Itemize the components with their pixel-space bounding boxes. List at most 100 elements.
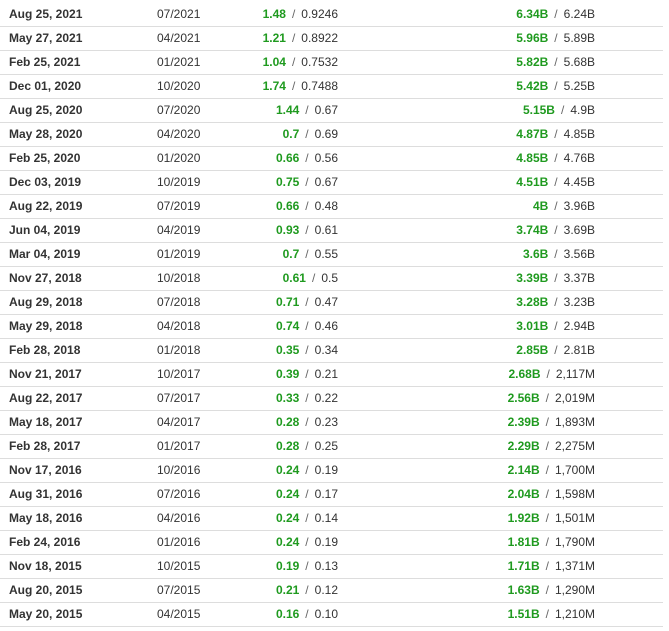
eps-separator: / [305, 199, 309, 213]
revenue-cell: 4.85B / 4.76B [445, 147, 595, 170]
table-row: May 27, 2021 04/2021 1.21 / 0.8922 5.96B / 5.89… [0, 27, 663, 51]
eps-actual: 0.61 [282, 271, 306, 285]
revenue-separator: / [545, 583, 549, 597]
revenue-forecast: 3.69B [563, 223, 595, 237]
eps-cell: 0.71 / 0.47 [238, 291, 338, 314]
eps-forecast: 0.17 [314, 487, 338, 501]
table-row: May 29, 2018 04/2018 0.74 / 0.46 3.01B / 2.94B [0, 315, 663, 339]
eps-actual: 0.19 [275, 559, 300, 573]
eps-separator: / [305, 151, 309, 165]
release-date: Aug 29, 2018 [9, 295, 83, 309]
release-date: May 27, 2021 [9, 31, 83, 45]
revenue-cell: 1.71B / 1,371M [445, 555, 595, 578]
revenue-separator: / [545, 415, 549, 429]
release-date: Jun 04, 2019 [9, 223, 81, 237]
revenue-separator: / [546, 367, 550, 381]
revenue-separator: / [554, 199, 558, 213]
revenue-separator: / [545, 391, 549, 405]
release-date: Aug 22, 2017 [9, 391, 83, 405]
eps-cell: 0.33 / 0.22 [238, 387, 338, 410]
eps-separator: / [305, 319, 309, 333]
eps-forecast: 0.67 [314, 103, 338, 117]
eps-actual: 0.75 [275, 175, 300, 189]
eps-separator: / [305, 559, 309, 573]
table-row: Nov 27, 2018 10/2018 0.61 / 0.5 3.39B / 3.37B [0, 267, 663, 291]
period-end: 10/2019 [157, 175, 201, 189]
release-date: Feb 28, 2018 [9, 343, 81, 357]
revenue-actual: 3.74B [516, 223, 549, 237]
eps-cell: 0.24 / 0.19 [238, 531, 338, 554]
eps-actual: 0.24 [275, 535, 300, 549]
revenue-separator: / [554, 7, 558, 21]
table-row: Feb 28, 2018 01/2018 0.35 / 0.34 2.85B / 2.81B [0, 339, 663, 363]
eps-separator: / [305, 127, 309, 141]
revenue-forecast: 3.23B [563, 295, 595, 309]
revenue-actual: 4.51B [516, 175, 549, 189]
revenue-separator: / [554, 319, 558, 333]
table-row: Feb 28, 2017 01/2017 0.28 / 0.25 2.29B / 2,275M [0, 435, 663, 459]
eps-actual: 0.24 [275, 487, 300, 501]
period-end: 07/2021 [157, 7, 201, 21]
eps-actual: 0.93 [275, 223, 300, 237]
period-end: 01/2017 [157, 439, 201, 453]
period-end: 04/2018 [157, 319, 201, 333]
revenue-separator: / [545, 439, 549, 453]
eps-cell: 0.28 / 0.25 [238, 435, 338, 458]
revenue-forecast: 5.89B [563, 31, 595, 45]
eps-actual: 0.7 [282, 247, 300, 261]
eps-forecast: 0.14 [314, 511, 338, 525]
table-row: Feb 24, 2016 01/2016 0.24 / 0.19 1.81B / 1,790M [0, 531, 663, 555]
revenue-cell: 3.28B / 3.23B [445, 291, 595, 314]
table-row: Nov 18, 2015 10/2015 0.19 / 0.13 1.71B / 1,371M [0, 555, 663, 579]
revenue-cell: 2.14B / 1,700M [445, 459, 595, 482]
revenue-actual: 5.82B [516, 55, 549, 69]
revenue-forecast: 1,290M [554, 583, 595, 597]
eps-separator: / [305, 439, 309, 453]
revenue-forecast: 1,501M [554, 511, 595, 525]
eps-actual: 0.66 [275, 151, 300, 165]
table-row: Aug 25, 2020 07/2020 1.44 / 0.67 5.15B / 4.9B [0, 99, 663, 123]
release-date: Dec 03, 2019 [9, 175, 82, 189]
release-date: May 20, 2015 [9, 607, 83, 621]
eps-separator: / [305, 415, 309, 429]
eps-actual: 0.28 [275, 439, 300, 453]
revenue-forecast: 1,210M [554, 607, 595, 621]
period-end: 10/2020 [157, 79, 201, 93]
eps-actual: 0.21 [275, 583, 300, 597]
eps-cell: 0.74 / 0.46 [238, 315, 338, 338]
eps-forecast: 0.23 [314, 415, 338, 429]
table-row: Nov 17, 2016 10/2016 0.24 / 0.19 2.14B / 1,700M [0, 459, 663, 483]
revenue-forecast: 3.96B [563, 199, 595, 213]
eps-actual: 0.16 [275, 607, 300, 621]
revenue-actual: 2.85B [516, 343, 549, 357]
release-date: Nov 18, 2015 [9, 559, 82, 573]
table-row: Aug 20, 2015 07/2015 0.21 / 0.12 1.63B / 1,290M [0, 579, 663, 603]
eps-cell: 0.35 / 0.34 [238, 339, 338, 362]
revenue-forecast: 1,893M [554, 415, 595, 429]
eps-separator: / [305, 343, 309, 357]
period-end: 10/2018 [157, 271, 201, 285]
revenue-separator: / [554, 127, 558, 141]
eps-actual: 0.66 [275, 199, 300, 213]
period-end: 07/2020 [157, 103, 201, 117]
revenue-actual: 4B [532, 199, 549, 213]
revenue-cell: 2.85B / 2.81B [445, 339, 595, 362]
period-end: 07/2017 [157, 391, 201, 405]
revenue-actual: 3.01B [516, 319, 549, 333]
eps-forecast: 0.67 [314, 175, 338, 189]
revenue-forecast: 5.68B [563, 55, 595, 69]
eps-cell: 0.39 / 0.21 [238, 363, 338, 386]
table-row: May 18, 2016 04/2016 0.24 / 0.14 1.92B / 1,501M [0, 507, 663, 531]
eps-forecast: 0.8922 [301, 31, 338, 45]
period-end: 10/2017 [157, 367, 201, 381]
revenue-cell: 4B / 3.96B [445, 195, 595, 218]
revenue-actual: 5.96B [516, 31, 549, 45]
revenue-cell: 5.42B / 5.25B [445, 75, 595, 98]
release-date: Nov 17, 2016 [9, 463, 82, 477]
revenue-forecast: 1,598M [554, 487, 595, 501]
release-date: May 18, 2016 [9, 511, 83, 525]
revenue-cell: 2.29B / 2,275M [445, 435, 595, 458]
release-date: Feb 28, 2017 [9, 439, 81, 453]
revenue-forecast: 4.85B [563, 127, 595, 141]
eps-cell: 0.21 / 0.12 [238, 579, 338, 602]
